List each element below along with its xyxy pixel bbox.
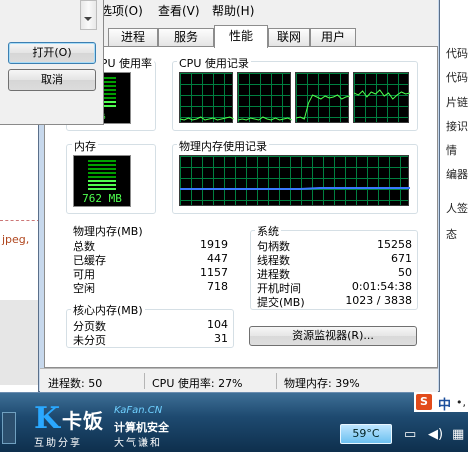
meter-segment: [88, 172, 116, 174]
status-memory: 物理内存: 39%: [284, 377, 360, 390]
sys-value: 1023 / 3838: [345, 294, 412, 307]
sys-value: 671: [391, 252, 412, 265]
background-text: 接识: [446, 120, 468, 133]
pm-value: 1157: [200, 266, 228, 279]
background-text: 态: [446, 228, 457, 241]
taskbar-app-icon[interactable]: [2, 412, 16, 444]
background-grey-area: [0, 300, 40, 385]
open-button[interactable]: 打开(O): [8, 42, 96, 64]
ime-chinese-mode[interactable]: 中: [438, 394, 451, 413]
sogou-ime-icon[interactable]: S: [416, 394, 432, 410]
km-value: 31: [214, 332, 228, 345]
cpu-history-line: [353, 89, 411, 100]
kafan-logo-text: 卡饭: [62, 409, 104, 433]
tab-performance[interactable]: 性能: [214, 25, 268, 48]
sys-value: 50: [398, 266, 412, 279]
km-label: 未分页: [73, 334, 106, 347]
sys-label: 提交(MB): [257, 296, 305, 309]
cpu-history-line: [237, 116, 293, 121]
kafan-slogan-right: 大气谦和: [114, 438, 162, 449]
kafan-logo-domain: KaFan.CN: [114, 405, 163, 416]
dialog-scrollbar[interactable]: [80, 0, 97, 30]
cpu-core-graph: [353, 72, 411, 123]
volume-icon[interactable]: ◀): [428, 427, 443, 442]
kafan-logo-icon: K: [34, 401, 61, 436]
resource-monitor-button[interactable]: 资源监视器(R)...: [249, 326, 417, 346]
cpu-core-graph: [179, 72, 235, 123]
background-code-text: jpeg,: [2, 233, 30, 246]
background-page-left: [0, 125, 40, 300]
pm-value: 447: [207, 252, 228, 265]
memory-title: 内存: [72, 138, 98, 154]
meter-segment: [88, 160, 116, 162]
cancel-button[interactable]: 取消: [8, 69, 96, 91]
meter-segment: [88, 168, 116, 170]
sys-value: 15258: [377, 238, 412, 251]
tab-processes[interactable]: 进程: [108, 28, 158, 47]
background-text: 编器: [446, 168, 468, 181]
status-cpu: CPU 使用率: 27%: [152, 377, 243, 390]
meter-segment: [88, 180, 116, 182]
kafan-logo-subtitle: 计算机安全: [114, 421, 169, 434]
kafan-slogan-left: 互助分享: [34, 438, 82, 449]
cpu-core-graph: [237, 72, 293, 123]
status-separator: [276, 373, 277, 389]
ime-punctuation-mode[interactable]: •,: [456, 396, 466, 409]
tab-networking[interactable]: 联网: [268, 28, 310, 47]
meter-segment: [88, 164, 116, 166]
status-bar: 进程数: 50 CPU 使用率: 27% 物理内存: 39%: [40, 368, 438, 392]
pm-value: 718: [207, 280, 228, 293]
memory-history-title: 物理内存使用记录: [177, 138, 269, 154]
status-processes: 进程数: 50: [48, 377, 103, 390]
flag-icon[interactable]: ▦: [452, 427, 464, 442]
memory-value: 762 MB: [82, 192, 122, 205]
cpu-history-line: [179, 116, 235, 121]
network-icon[interactable]: ▭: [404, 427, 416, 442]
status-separator: [144, 373, 145, 389]
kernel-memory-title: 核心内存(MB): [71, 302, 145, 318]
memory-history-graph: [179, 155, 410, 206]
pm-value: 1919: [200, 238, 228, 251]
system-title: 系统: [255, 223, 281, 239]
menu-help[interactable]: 帮助(H): [212, 2, 254, 19]
meter-segment: [88, 188, 116, 190]
background-text: 代码: [446, 71, 468, 84]
menu-options[interactable]: 选项(O): [100, 2, 143, 19]
tab-users[interactable]: 用户: [310, 28, 356, 47]
menu-view[interactable]: 查看(V): [158, 2, 200, 19]
background-text: 情: [446, 144, 457, 157]
cpu-history-title: CPU 使用记录: [177, 55, 251, 71]
background-text: 人签: [446, 202, 468, 215]
cpu-history-line: [295, 94, 351, 120]
cpu-core-graph: [295, 72, 351, 123]
dashed-divider: [0, 220, 40, 221]
temperature-indicator[interactable]: 59°C: [340, 424, 392, 444]
pm-label: 空闲: [73, 282, 95, 295]
tab-services[interactable]: 服务: [158, 28, 214, 47]
open-file-dialog: 打开(O) 取消: [0, 0, 104, 125]
km-value: 104: [207, 318, 228, 331]
meter-segment: [88, 176, 116, 178]
scroll-down-icon[interactable]: [84, 17, 92, 21]
sys-value: 0:01:54:38: [351, 280, 412, 293]
meter-segment: [88, 184, 116, 186]
background-text: 代码: [446, 47, 468, 60]
physical-memory-title: 物理内存(MB): [71, 223, 145, 239]
background-text: 片链: [446, 96, 468, 109]
memory-history-line: [180, 187, 410, 190]
memory-meter: 762 MB: [73, 155, 131, 207]
